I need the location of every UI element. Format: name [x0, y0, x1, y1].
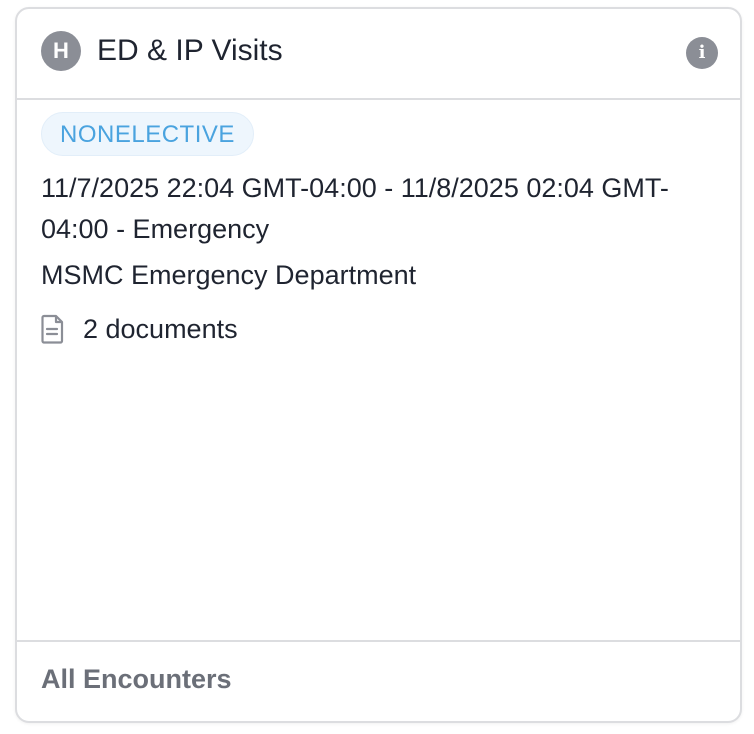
- card-body: NONELECTIVE 11/7/2025 22:04 GMT-04:00 - …: [17, 100, 740, 642]
- documents-link[interactable]: 2 documents: [41, 312, 238, 346]
- card-footer: All Encounters: [17, 640, 740, 721]
- visit-title: 11/7/2025 22:04 GMT-04:00 - 11/8/2025 02…: [41, 173, 669, 244]
- all-encounters-link[interactable]: All Encounters: [41, 664, 232, 695]
- visit-location: MSMC Emergency Department: [41, 260, 417, 290]
- card-title: ED & IP Visits: [97, 34, 283, 67]
- info-icon[interactable]: i: [686, 37, 718, 69]
- ed-ip-visits-card: H ED & IP Visits i NONELECTIVE 11/7/2025…: [15, 7, 742, 723]
- hospital-icon: H: [41, 31, 81, 71]
- document-icon: [41, 314, 65, 344]
- visit-type-badge: NONELECTIVE: [41, 112, 254, 156]
- card-header: H ED & IP Visits i: [17, 9, 740, 100]
- documents-label: 2 documents: [83, 313, 238, 344]
